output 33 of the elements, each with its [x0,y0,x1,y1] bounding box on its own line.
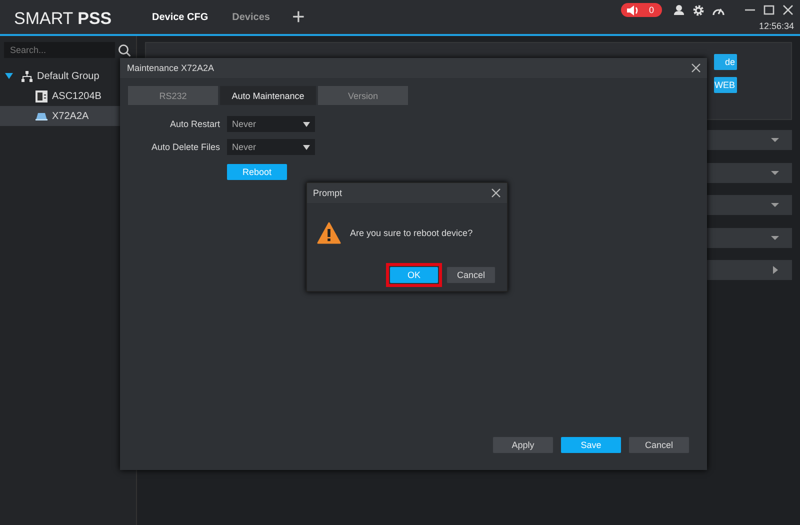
maximize-icon[interactable] [763,4,775,16]
settings-icon[interactable] [692,4,705,16]
dialog-button[interactable]: Cancel [629,437,689,453]
close-icon[interactable] [691,63,701,73]
dropdown[interactable]: Never [227,139,315,155]
dialog-button[interactable]: Apply [493,437,553,453]
device-icon [35,90,48,102]
dialog-tab[interactable]: Auto Maintenance [220,86,316,105]
user-icon[interactable] [673,4,685,16]
close-icon[interactable] [782,4,794,16]
nav-tab[interactable]: Device CFG [142,0,218,34]
app-logo: SMART PSS [13,8,113,30]
clock-time: 12:56:34 [758,21,794,31]
dropdown[interactable]: Never [227,116,315,132]
alarm-badge[interactable]: 0 [621,3,662,17]
speaker-icon [627,4,639,16]
prompt-title: Prompt [313,188,342,198]
search-icon[interactable] [118,44,131,56]
field-label: Auto Delete Files [150,142,220,152]
caret-icon [303,144,310,150]
field-label: Auto Restart [168,119,220,129]
close-icon[interactable] [491,188,501,198]
hierarchy-icon [21,70,33,82]
add-tab-button[interactable]: + [284,7,313,27]
warning-icon [317,222,341,244]
search-field[interactable]: Search... [4,42,115,58]
expand-icon[interactable] [5,72,13,80]
dialog-title: Maintenance X72A2A [127,63,214,73]
camera-icon [35,111,48,121]
prompt-button[interactable]: Cancel [447,267,495,283]
alarm-count: 0 [649,5,654,15]
nav-tab[interactable]: Devices [222,0,280,34]
prompt-message: Are you sure to reboot device? [350,228,473,238]
